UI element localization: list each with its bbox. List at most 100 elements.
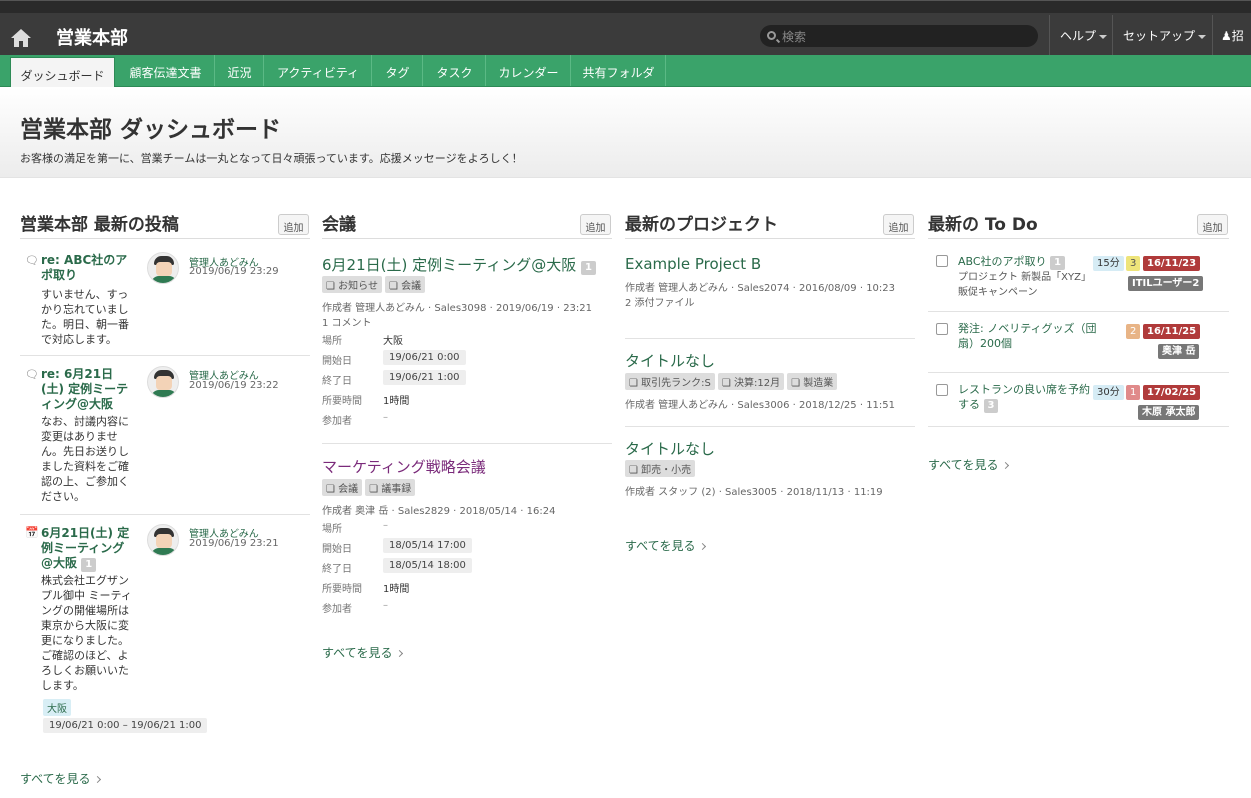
posts-see-all-link[interactable]: すべてを見る <box>20 770 102 787</box>
search-input[interactable]: 検索 <box>760 25 1038 47</box>
tag[interactable]: ❏ お知らせ <box>322 276 382 293</box>
tab-shared-folder[interactable]: 共有フォルダ <box>572 55 666 86</box>
tab-dashboard[interactable]: ダッシュボード <box>10 57 115 87</box>
tag[interactable]: ❏ 会議 <box>322 479 363 496</box>
setup-menu[interactable]: セットアップ <box>1112 15 1212 56</box>
meeting-comments[interactable]: 1 コメント <box>322 314 372 329</box>
start-value: 19/06/21 0:00 <box>383 350 466 365</box>
priority-badge: 2 <box>1126 324 1141 339</box>
time-estimate-badge: 30分 <box>1093 385 1124 400</box>
meeting-tags: ❏ お知らせ ❏ 会議 <box>322 276 428 293</box>
tab-tags[interactable]: タグ <box>373 55 423 86</box>
post-date: 2019/06/19 23:29 <box>189 266 279 277</box>
tab-customer-docs[interactable]: 顧客伝達文書 <box>117 55 215 86</box>
user-plus-icon: ♟ <box>1221 29 1232 43</box>
posts-heading: 営業本部 最新の投稿 <box>20 210 310 239</box>
todo-see-all-link[interactable]: すべてを見る <box>928 456 1010 473</box>
tab-tasks[interactable]: タスク <box>424 55 486 86</box>
duration-value: 1時間 <box>383 396 410 407</box>
invite-menu[interactable]: ♟招 <box>1212 15 1251 56</box>
project-title[interactable]: タイトルなし <box>625 438 715 459</box>
meeting-tags: ❏ 会議 ❏ 議事録 <box>322 479 418 496</box>
tag-label: 製造業 <box>803 378 834 389</box>
add-post-button[interactable]: 追加 <box>278 214 309 235</box>
chevron-right-icon <box>94 775 102 784</box>
tab-status[interactable]: 近況 <box>216 55 264 86</box>
attendees-label: 参加者 <box>322 604 352 615</box>
project-tags: ❏ 卸売・小売 <box>625 460 698 477</box>
end-value: 18/05/14 18:00 <box>383 558 472 573</box>
tag[interactable]: ❏ 卸売・小売 <box>625 460 696 477</box>
todo-project[interactable]: プロジェクト 新製品「XYZ」販促キャンペーン <box>958 270 1088 300</box>
todo-checkbox[interactable] <box>936 323 948 335</box>
home-icon[interactable] <box>10 28 32 48</box>
divider <box>625 338 915 339</box>
comment-count-badge: 1 <box>81 558 97 572</box>
site-title[interactable]: 営業本部 <box>56 24 128 50</box>
attendees-value: – <box>383 412 388 423</box>
tag-label: 会議 <box>401 281 422 292</box>
tag[interactable]: ❏ 決算:12月 <box>717 373 785 390</box>
assignee-badge[interactable]: 木原 承太郎 <box>1138 405 1200 420</box>
invite-label: 招 <box>1231 29 1244 43</box>
attendees-value: – <box>383 600 388 611</box>
meeting-title[interactable]: 6月21日(土) 定例ミーティング@大阪 1 <box>322 254 596 275</box>
todo-checkbox[interactable] <box>936 255 948 267</box>
todo-checkbox[interactable] <box>936 384 948 396</box>
post-date: 2019/06/19 23:21 <box>189 538 279 549</box>
assignee-badge[interactable]: 奥津 岳 <box>1158 344 1200 359</box>
tag[interactable]: ❏ 議事録 <box>365 479 416 496</box>
end-label: 終了日 <box>322 376 352 387</box>
tab-calendar[interactable]: カレンダー <box>487 55 571 86</box>
comment-count-badge: 3 <box>983 399 999 413</box>
attendees-label: 参加者 <box>322 416 352 427</box>
duration-value: 1時間 <box>383 584 410 595</box>
start-label: 開始日 <box>322 356 352 367</box>
duration-label: 所要時間 <box>322 584 362 595</box>
event-date-range: 19/06/21 0:00 – 19/06/21 1:00 <box>43 718 208 733</box>
post-body: なお、討議内容に変更はありません。先日お送りしました資料をご確認の上、ご参加くだ… <box>41 415 129 503</box>
project-title[interactable]: タイトルなし <box>625 350 715 371</box>
avatar <box>147 252 179 284</box>
help-menu[interactable]: ヘルプ <box>1049 15 1111 56</box>
divider <box>928 311 1229 312</box>
tag-label: お知らせ <box>338 281 378 292</box>
calendar-icon: 📅 <box>25 526 39 539</box>
divider <box>322 443 612 444</box>
search-icon <box>767 31 776 40</box>
start-value: 18/05/14 17:00 <box>383 538 472 553</box>
meeting-meta: 作成者 管理人あどみん · Sales3098 · 2019/06/19 · 2… <box>322 303 593 314</box>
tag-label: 会議 <box>338 484 359 495</box>
location-tag[interactable]: 大阪 <box>43 699 71 716</box>
end-label: 終了日 <box>322 564 352 575</box>
meetings-see-all-link[interactable]: すべてを見る <box>322 644 404 661</box>
tag[interactable]: ❏ 取引先ランク:S <box>625 373 715 390</box>
projects-see-all-link[interactable]: すべてを見る <box>625 537 707 554</box>
project-attachments[interactable]: 2 添付ファイル <box>625 294 695 309</box>
add-meeting-button[interactable]: 追加 <box>580 214 611 235</box>
tag[interactable]: ❏ 製造業 <box>787 373 838 390</box>
post-title[interactable]: re: 6月21日(土) 定例ミーティング@大阪 <box>41 367 133 412</box>
todo-title[interactable]: 発注: ノベリティグッズ（団扇）200個 <box>958 321 1108 351</box>
divider <box>625 426 915 427</box>
project-meta: 作成者 管理人あどみん · Sales2074 · 2016/08/09 · 1… <box>625 283 896 294</box>
post-title[interactable]: 6月21日(土) 定例ミーティング@大阪 1 <box>41 526 133 572</box>
project-title[interactable]: Example Project B <box>625 255 761 273</box>
chevron-down-icon <box>1099 34 1108 39</box>
project-meta: 作成者 スタッフ (2) · Sales3005 · 2018/11/13 · … <box>625 487 883 498</box>
post-title[interactable]: re: ABC社のアポ取り <box>41 253 137 283</box>
todo-title[interactable]: ABC社のアポ取り 1 <box>958 253 1066 270</box>
chevron-right-icon <box>1002 461 1010 470</box>
tag[interactable]: ❏ 会議 <box>384 276 426 293</box>
assignee-badge[interactable]: ITILユーザー2 <box>1128 276 1204 291</box>
add-project-button[interactable]: 追加 <box>883 214 914 235</box>
meeting-title[interactable]: マーケティング戦略会議 <box>322 456 486 477</box>
start-label: 開始日 <box>322 544 352 555</box>
divider <box>20 514 310 515</box>
chevron-right-icon <box>699 542 707 551</box>
duration-label: 所要時間 <box>322 396 362 407</box>
tab-activity[interactable]: アクティビティ <box>265 55 372 86</box>
todo-title[interactable]: レストランの良い席を予約する 3 <box>958 382 1098 413</box>
add-todo-button[interactable]: 追加 <box>1197 214 1228 235</box>
page-subtitle: お客様の満足を第一に、営業チームは一丸となって日々頑張っています。応援メッセージ… <box>20 152 523 165</box>
